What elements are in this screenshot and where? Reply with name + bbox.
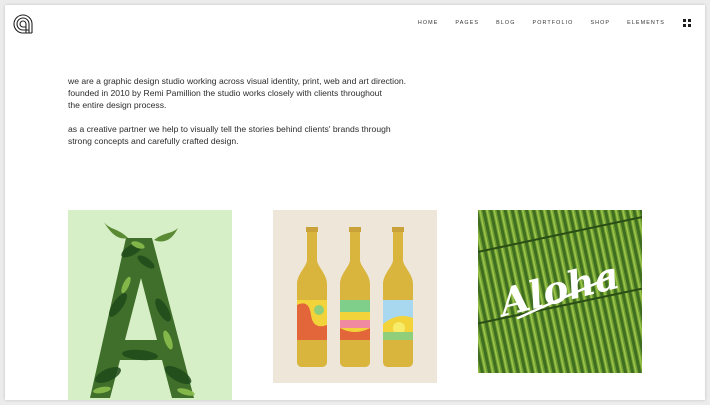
intro-line: we are a graphic design studio working a… (68, 76, 407, 86)
nav-elements[interactable]: ELEMENTS (627, 20, 665, 26)
nav-home[interactable]: HOME (418, 20, 439, 26)
nav-blog[interactable]: BLOG (496, 20, 515, 26)
aloha-bamboo-image: Aloha (478, 210, 642, 373)
site-header: HOME PAGES BLOG PORTFOLIO SHOP ELEMENTS (5, 5, 705, 43)
portfolio-tile-aloha[interactable]: Aloha (478, 210, 642, 373)
nav-portfolio[interactable]: PORTFOLIO (533, 20, 574, 26)
studio-intro: we are a graphic design studio working a… (68, 75, 488, 147)
nav-pages[interactable]: PAGES (455, 20, 479, 26)
portfolio-tile-bottles[interactable] (273, 210, 437, 383)
intro-line: founded in 2010 by Remi Pamillion the st… (68, 88, 382, 98)
intro-line: the entire design process. (68, 100, 167, 110)
main-navigation: HOME PAGES BLOG PORTFOLIO SHOP ELEMENTS (401, 20, 665, 26)
browser-page: HOME PAGES BLOG PORTFOLIO SHOP ELEMENTS … (5, 5, 705, 400)
portfolio-tile-leaf-a[interactable] (68, 210, 232, 400)
intro-paragraph-2: as a creative partner we help to visuall… (68, 123, 488, 147)
intro-line: strong concepts and carefully crafted de… (68, 136, 239, 146)
intro-paragraph-1: we are a graphic design studio working a… (68, 75, 488, 111)
tropical-leaf-letter-a-image (68, 210, 232, 400)
three-bottles-image (273, 210, 437, 383)
intro-line: as a creative partner we help to visuall… (68, 124, 391, 134)
concentric-arc-logo-icon[interactable] (12, 13, 34, 35)
nav-shop[interactable]: SHOP (590, 20, 610, 26)
grid-menu-icon[interactable] (683, 19, 691, 27)
